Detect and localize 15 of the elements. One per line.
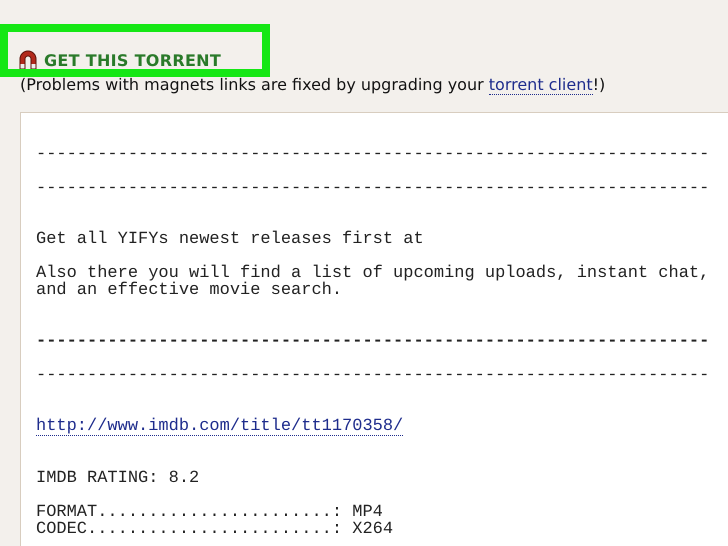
notice-text: (Problems with magnets links are fixed by upgrading your torrent client!) [19,74,606,97]
dashed-rule-text: ------------------------------------------------------------------ [36,367,710,384]
description-text: Also there you will find a list of upcoming uploads, instant chat, [36,265,710,282]
description-text: IMDB RATING: 8.2 [36,470,200,487]
imdb-link[interactable]: http://www.imdb.com/title/tt1170358/ [36,418,404,436]
description-text: Get all YIFYs newest releases first at [36,231,424,248]
dashed-rule-text: ------------------------------------------------------------------ [36,146,710,163]
description-text: FORMAT.......................: MP4 [36,504,383,521]
download-link[interactable]: GET THIS TORRENT [44,50,222,70]
description-text: CODEC........................: X264 [36,521,394,538]
description-text: and an effective movie search. [36,282,342,299]
torrent-client-link[interactable]: torrent client [488,75,593,95]
dashed-rule-text: ------------------------------------------------------------------ [36,180,710,197]
magnet-icon [19,50,37,70]
dashed-rule-text: ------------------------------------------------------------------ [36,333,710,350]
